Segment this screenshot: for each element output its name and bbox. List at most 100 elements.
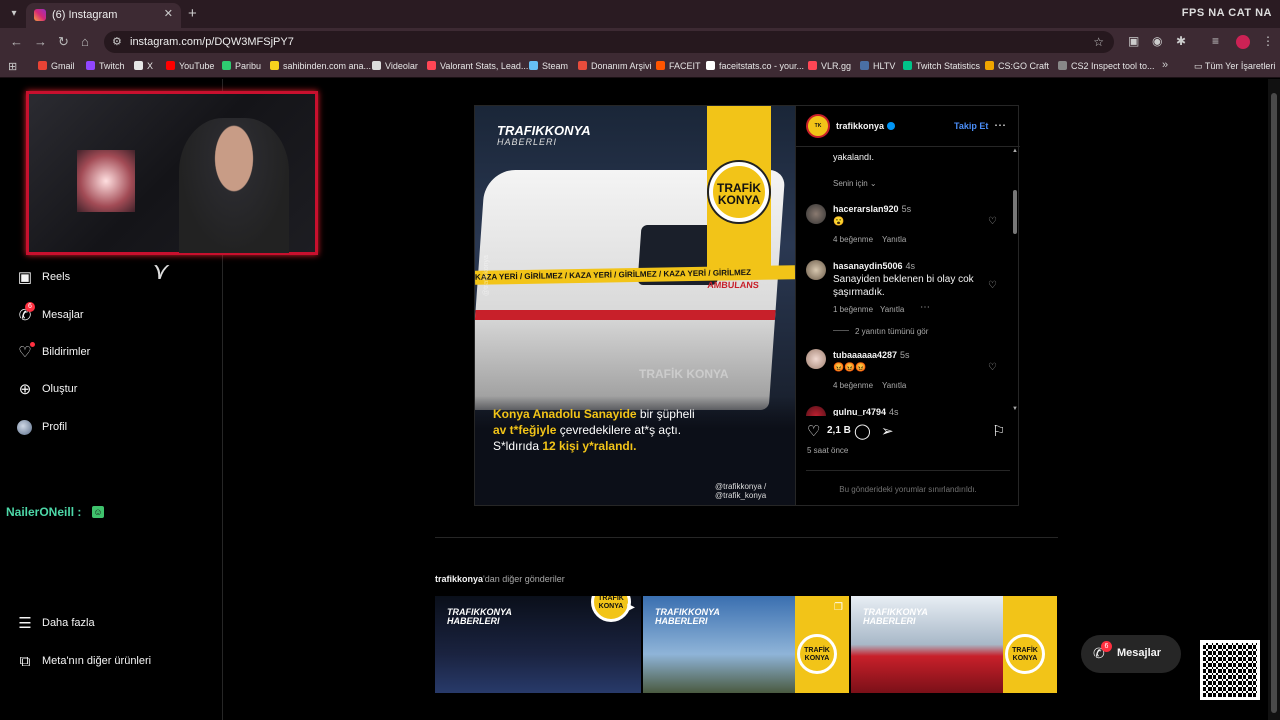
extensions-puzzle-icon[interactable]: ✱ — [1176, 34, 1186, 48]
scroll-up-icon[interactable]: ▲ — [1012, 148, 1018, 154]
comment-username[interactable]: tubaaaaaa4287 5s — [833, 350, 910, 360]
forward-icon[interactable]: → — [34, 34, 47, 49]
tab-close-icon[interactable]: ✕ — [164, 7, 173, 20]
site-info-icon[interactable]: ⚙ — [112, 35, 122, 48]
bookmark-item[interactable]: VLR.gg — [808, 61, 851, 71]
avatar[interactable]: TK — [806, 114, 830, 138]
comments-list[interactable]: yakalandı. Senin için ⌄ hacerarslan920 5s… — [796, 148, 1020, 416]
bookmark-item[interactable]: CS:GO Craft — [985, 61, 1049, 71]
bookmark-label: Steam — [542, 61, 569, 71]
home-icon[interactable]: ⌂ — [81, 34, 89, 49]
bookmark-item[interactable]: YouTube — [166, 61, 214, 71]
bookmark-star-icon[interactable]: ☆ — [1093, 35, 1104, 49]
trafik-konya-logo: TRAFİK KONYA — [1005, 634, 1045, 674]
comment-username[interactable]: hasanaydin5006 4s — [833, 261, 915, 271]
more-post-thumbnail[interactable]: TRAFIKKONYA HABERLERI TRAFİK KONYA — [851, 596, 1057, 693]
comment-likes[interactable]: 4 beğenme — [833, 381, 873, 390]
url-bar[interactable]: ⚙ instagram.com/p/DQW3MFSjPY7 ☆ — [104, 31, 1114, 53]
comment-time: 4s — [905, 261, 916, 271]
more-post-thumbnail[interactable]: TRAFIKKONYA HABERLERI TRAFİK KONYA ❐ — [643, 596, 849, 693]
reply-line — [833, 330, 849, 331]
comment-text: 😡😡😡 — [833, 362, 867, 372]
sort-dropdown[interactable]: Senin için ⌄ — [833, 179, 877, 188]
bookmark-item[interactable]: Steam — [529, 61, 568, 71]
tab-search-icon[interactable]: ▾ — [6, 6, 22, 22]
bookmark-item[interactable]: FACEIT — [656, 61, 701, 71]
browser-menu-icon[interactable]: ⋮ — [1262, 34, 1274, 48]
plus-square-icon: ⊕ — [18, 381, 32, 398]
profile-avatar-icon[interactable] — [1236, 35, 1250, 49]
extension-icon[interactable]: ◉ — [1152, 34, 1162, 48]
comment-time: 4s — [889, 407, 899, 416]
like-icon[interactable]: ♡ — [807, 422, 820, 440]
scroll-thumb[interactable] — [1271, 93, 1277, 713]
webcam-overlay — [26, 91, 318, 255]
view-replies-button[interactable]: 2 yanıtın tümünü gör — [833, 327, 928, 336]
bookmark-favicon-icon — [903, 61, 912, 70]
browser-tab[interactable]: (6) Instagram ✕ — [26, 3, 181, 28]
messages-label: Mesajlar — [1117, 647, 1162, 659]
like-comment-icon[interactable]: ♡ — [988, 362, 997, 373]
bookmark-item[interactable]: CS2 Inspect tool to... — [1058, 61, 1155, 71]
bookmark-label: FACEIT — [669, 61, 701, 71]
bookmark-item[interactable]: sahibinden.com ana... — [270, 61, 371, 71]
avatar[interactable] — [806, 406, 826, 416]
trafik-konya-logo: TRAFİK KONYA — [591, 596, 631, 622]
sidebar-item-label: Meta'nın diğer ürünleri — [42, 655, 152, 667]
page-scrollbar[interactable] — [1268, 79, 1280, 720]
messages-button[interactable]: ✆ 6 Mesajlar — [1081, 635, 1181, 673]
bookmark-label: YouTube — [179, 61, 215, 71]
bookmark-item[interactable]: Twitch — [86, 61, 125, 71]
bookmark-item[interactable]: Valorant Stats, Lead... — [427, 61, 528, 71]
thumb-brand: TRAFIKKONYA HABERLERI — [447, 608, 512, 626]
reply-button[interactable]: Yanıtla — [880, 305, 904, 314]
bookmark-item[interactable]: X — [134, 61, 153, 71]
more-options-icon[interactable]: ⋯ — [994, 118, 1006, 132]
scroll-thumb[interactable] — [1013, 190, 1017, 234]
avatar[interactable] — [806, 349, 826, 369]
reload-icon[interactable]: ↻ — [58, 34, 69, 50]
comment-options-icon[interactable]: ⋯ — [920, 302, 930, 313]
comment-username[interactable]: gulnu_r4794 4s — [833, 407, 899, 416]
bookmark-item[interactable]: Donanım Arşivi — [578, 61, 652, 71]
post-time[interactable]: 5 saat önce — [807, 446, 848, 455]
more-posts-username[interactable]: trafikkonya — [435, 574, 483, 584]
comment-likes[interactable]: 4 beğenme — [833, 235, 873, 244]
sidebar-item-label: Reels — [42, 271, 71, 283]
bookmark-item[interactable]: Videolar — [372, 61, 418, 71]
back-icon[interactable]: ← — [10, 34, 23, 49]
more-posts-title: trafikkonya'dan diğer gönderiler — [435, 574, 565, 584]
all-bookmarks-label: Tüm Yer İşaretleri — [1204, 61, 1276, 71]
follow-button[interactable]: Takip Et — [954, 121, 988, 131]
bookmark-item[interactable]: Twitch Statistics — [903, 61, 980, 71]
bookmark-item[interactable]: Paribu — [222, 61, 261, 71]
apps-grid-icon[interactable]: ⊞ — [8, 60, 17, 73]
bookmarks-overflow-icon[interactable]: » — [1162, 59, 1168, 71]
bookmark-item[interactable]: faceitstats.co - your... — [706, 61, 804, 71]
share-icon[interactable]: ➢ — [881, 422, 894, 440]
comment-icon[interactable]: ◯ — [854, 422, 871, 440]
all-bookmarks-link[interactable]: ▭ Tüm Yer İşaretleri — [1194, 61, 1275, 72]
bookmark-label: sahibinden.com ana... — [283, 61, 372, 71]
comment-username[interactable]: hacerarslan920 5s — [833, 204, 911, 214]
post-username[interactable]: trafikkonya — [836, 121, 896, 131]
post-image[interactable]: AMBULANS TRAFİK KONYA TRAFIKKONYA HABERL… — [475, 106, 795, 505]
bookmark-item[interactable]: HLTV — [860, 61, 895, 71]
comment-likes[interactable]: 1 beğenme — [833, 305, 873, 314]
bookmark-item[interactable]: Gmail — [38, 61, 75, 71]
reply-button[interactable]: Yanıtla — [882, 381, 906, 390]
like-comment-icon[interactable]: ♡ — [988, 280, 997, 291]
new-tab-icon[interactable]: + — [188, 5, 197, 22]
comments-scrollbar[interactable]: ▲ ▼ — [1012, 148, 1018, 416]
like-count[interactable]: 2,1 B — [827, 425, 851, 436]
extension-icon[interactable]: ▣ — [1128, 34, 1139, 48]
avatar[interactable] — [806, 260, 826, 280]
scroll-down-icon[interactable]: ▼ — [1012, 406, 1018, 412]
avatar[interactable] — [806, 204, 826, 224]
username-text: trafikkonya — [836, 121, 885, 131]
reading-list-icon[interactable]: ≡ — [1212, 34, 1219, 48]
reply-button[interactable]: Yanıtla — [882, 235, 906, 244]
save-bookmark-icon[interactable]: ⚐ — [992, 422, 1005, 440]
more-post-thumbnail[interactable]: TRAFIKKONYA HABERLERI TRAFİK KONYA ▶ — [435, 596, 641, 693]
like-comment-icon[interactable]: ♡ — [988, 216, 997, 227]
